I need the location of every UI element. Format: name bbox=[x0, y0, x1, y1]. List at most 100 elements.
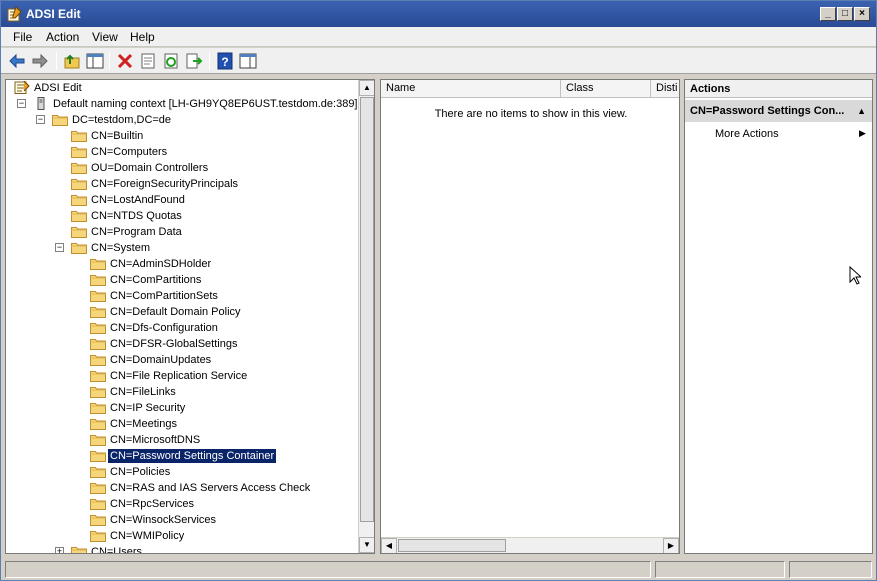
tree-pane[interactable]: ADSI Edit − Default naming context [LH-GH9… bbox=[5, 79, 375, 554]
folder-icon bbox=[71, 547, 87, 553]
tree-item[interactable]: CN=Policies bbox=[6, 464, 356, 480]
list-horizontal-scrollbar[interactable]: ◀ ▶ bbox=[381, 537, 679, 553]
tree-item[interactable]: CN=DomainUpdates bbox=[6, 352, 356, 368]
actions-section-title: CN=Password Settings Con... bbox=[690, 105, 845, 117]
tree-item[interactable]: CN=Meetings bbox=[6, 416, 356, 432]
help-icon[interactable]: ? bbox=[215, 51, 235, 71]
tree-item-label: CN=LostAndFound bbox=[91, 194, 185, 206]
tree-item[interactable]: CN=ForeignSecurityPrincipals bbox=[6, 176, 356, 192]
tree-item[interactable]: CN=FileLinks bbox=[6, 384, 356, 400]
tree-item[interactable]: CN=Dfs-Configuration bbox=[6, 320, 356, 336]
tree-item[interactable]: CN=Password Settings Container bbox=[6, 448, 356, 464]
tree-item-label: CN=MicrosoftDNS bbox=[110, 434, 201, 446]
expand-icon[interactable]: + bbox=[55, 547, 64, 553]
toolbar-separator bbox=[56, 52, 57, 70]
folder-icon bbox=[71, 195, 87, 206]
minimize-icon: _ bbox=[825, 8, 831, 19]
folder-icon bbox=[90, 515, 106, 526]
refresh-icon[interactable] bbox=[161, 51, 181, 71]
tree-item[interactable]: CN=AdminSDHolder bbox=[6, 256, 356, 272]
forward-icon[interactable] bbox=[30, 51, 50, 71]
more-actions-item[interactable]: More Actions bbox=[715, 128, 779, 140]
title-bar[interactable]: ADSI Edit _ □ × bbox=[1, 1, 876, 27]
tree-item[interactable]: CN=LostAndFound bbox=[6, 192, 356, 208]
properties-icon[interactable] bbox=[138, 51, 158, 71]
tree-item-label: CN=Password Settings Container bbox=[106, 448, 278, 464]
close-button[interactable]: × bbox=[854, 7, 870, 21]
tree-item-label: ADSI Edit bbox=[34, 82, 82, 94]
scroll-up-button[interactable]: ▲ bbox=[359, 80, 374, 96]
toolbar-separator bbox=[209, 52, 210, 70]
submenu-arrow-icon: ▶ bbox=[859, 128, 866, 138]
tree-item[interactable]: CN=RpcServices bbox=[6, 496, 356, 512]
list-pane[interactable]: Name Class Disti There are no items to s… bbox=[380, 79, 680, 554]
menu-file[interactable]: File bbox=[13, 30, 32, 44]
folder-icon bbox=[90, 371, 106, 382]
tree-vertical-scrollbar[interactable]: ▲ ▼ bbox=[358, 80, 374, 553]
scroll-thumb[interactable] bbox=[360, 97, 374, 522]
tree-item[interactable]: CN=ComPartitions bbox=[6, 272, 356, 288]
menu-action[interactable]: Action bbox=[46, 30, 79, 44]
tree-item-label: CN=Builtin bbox=[91, 130, 144, 142]
tree-item[interactable]: CN=Default Domain Policy bbox=[6, 304, 356, 320]
tree-item-label: CN=WMIPolicy bbox=[110, 530, 185, 542]
tree-item-label: CN=ComPartitionSets bbox=[110, 290, 218, 302]
tree-item[interactable]: CN=NTDS Quotas bbox=[6, 208, 356, 224]
actions-pane: Actions CN=Password Settings Con... ▲ Mo… bbox=[684, 79, 873, 554]
folder-icon bbox=[90, 339, 106, 350]
tree-item[interactable]: CN=Builtin bbox=[6, 128, 356, 144]
up-folder-icon[interactable] bbox=[62, 51, 82, 71]
column-header-name[interactable]: Name bbox=[381, 80, 561, 98]
minimize-button[interactable]: _ bbox=[820, 7, 836, 21]
folder-icon bbox=[71, 227, 87, 238]
tree-item[interactable]: CN=MicrosoftDNS bbox=[6, 432, 356, 448]
tree-item-label: CN=IP Security bbox=[110, 402, 186, 414]
tree-item[interactable]: CN=Computers bbox=[6, 144, 356, 160]
scroll-right-button[interactable]: ▶ bbox=[663, 538, 679, 553]
tree-item-system[interactable]: − CN=System bbox=[6, 240, 356, 256]
show-hide-tree-icon[interactable] bbox=[85, 51, 105, 71]
folder-icon bbox=[90, 291, 106, 302]
scroll-down-button[interactable]: ▼ bbox=[359, 537, 374, 553]
tree-item-naming-context[interactable]: − Default naming context [LH-GH9YQ8EP6UST… bbox=[6, 96, 358, 112]
tree-item[interactable]: CN=WinsockServices bbox=[6, 512, 356, 528]
collapse-icon[interactable]: − bbox=[36, 115, 45, 124]
window-title: ADSI Edit bbox=[26, 7, 81, 21]
folder-icon bbox=[71, 211, 87, 222]
toolbar-separator bbox=[109, 52, 110, 70]
tree-item-label: CN=File Replication Service bbox=[110, 370, 248, 382]
tree-item-root[interactable]: ADSI Edit bbox=[6, 80, 356, 96]
tree-item[interactable]: CN=ComPartitionSets bbox=[6, 288, 356, 304]
scroll-thumb[interactable] bbox=[398, 539, 506, 552]
tree-item[interactable]: CN=WMIPolicy bbox=[6, 528, 356, 544]
maximize-button[interactable]: □ bbox=[837, 7, 853, 21]
tree-item[interactable]: CN=RAS and IAS Servers Access Check bbox=[6, 480, 356, 496]
server-icon bbox=[37, 97, 45, 110]
tree-item[interactable]: CN=DFSR-GlobalSettings bbox=[6, 336, 356, 352]
tree-item-domain[interactable]: − DC=testdom,DC=de bbox=[6, 112, 356, 128]
delete-icon[interactable] bbox=[115, 51, 135, 71]
tree-item-label: CN=Program Data bbox=[91, 226, 182, 238]
folder-icon bbox=[71, 163, 87, 174]
folder-icon bbox=[71, 243, 87, 254]
scroll-left-button[interactable]: ◀ bbox=[381, 538, 397, 553]
menu-help[interactable]: Help bbox=[130, 30, 155, 44]
collapse-icon[interactable]: − bbox=[55, 243, 64, 252]
export-list-icon[interactable] bbox=[184, 51, 204, 71]
tree-item-label: CN=FileLinks bbox=[110, 386, 176, 398]
folder-icon bbox=[90, 419, 106, 430]
show-hide-action-pane-icon[interactable] bbox=[238, 51, 258, 71]
column-header-distinguished-name[interactable]: Disti bbox=[651, 80, 679, 98]
tree-item[interactable]: CN=Program Data bbox=[6, 224, 356, 240]
tree-item[interactable]: OU=Domain Controllers bbox=[6, 160, 356, 176]
tree-item[interactable]: CN=IP Security bbox=[6, 400, 356, 416]
tree-item-label: CN=AdminSDHolder bbox=[110, 258, 212, 270]
collapse-icon[interactable]: − bbox=[17, 99, 26, 108]
actions-section-header[interactable]: CN=Password Settings Con... ▲ bbox=[685, 100, 872, 122]
back-icon[interactable] bbox=[7, 51, 27, 71]
arrow-up-icon: ▲ bbox=[363, 83, 371, 92]
column-header-class[interactable]: Class bbox=[561, 80, 651, 98]
tree-item[interactable]: CN=File Replication Service bbox=[6, 368, 356, 384]
menu-view[interactable]: View bbox=[92, 30, 118, 44]
tree-item-users[interactable]: + CN=Users bbox=[6, 544, 356, 553]
